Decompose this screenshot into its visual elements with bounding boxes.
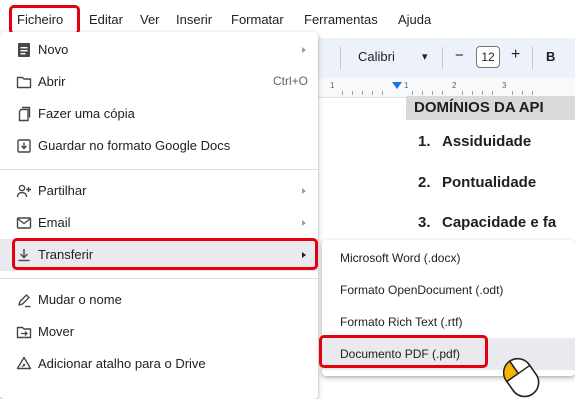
- list-number: 1.: [418, 133, 431, 150]
- list-item: Pontualidade: [442, 174, 537, 191]
- copy-icon: [16, 106, 32, 122]
- menu-ver[interactable]: Ver: [140, 12, 160, 27]
- ruler-mark: 2: [452, 81, 457, 90]
- submenu-item-label: Formato OpenDocument (.odt): [340, 283, 504, 297]
- menu-item-label: Adicionar atalho para o Drive: [38, 356, 206, 371]
- submenu-item-label: Microsoft Word (.docx): [340, 251, 461, 265]
- menu-item-label: Partilhar: [38, 183, 87, 198]
- indent-marker-icon[interactable]: [392, 82, 402, 89]
- submenu-item-rtf[interactable]: Formato Rich Text (.rtf): [322, 306, 575, 338]
- menu-formatar[interactable]: Formatar: [231, 12, 284, 27]
- menu-item-label: Email: [38, 215, 71, 230]
- rename-icon: [16, 292, 32, 308]
- document-heading: DOMÍNIOS DA API: [406, 96, 575, 120]
- document-icon: [16, 42, 32, 58]
- menu-item-email[interactable]: Email: [0, 207, 318, 239]
- menu-item-mover[interactable]: Mover: [0, 316, 318, 348]
- menu-item-label: Novo: [38, 42, 69, 57]
- menu-item-label: Fazer uma cópia: [38, 106, 135, 121]
- menu-divider: [0, 169, 318, 170]
- menu-inserir[interactable]: Inserir: [176, 12, 212, 27]
- submenu-arrow-icon: [302, 188, 306, 194]
- menu-item-label: Mudar o nome: [38, 292, 122, 307]
- menu-item-label: Guardar no formato Google Docs: [38, 138, 231, 153]
- toolbar-separator: [340, 47, 341, 69]
- menu-item-transferir[interactable]: Transferir: [0, 239, 318, 271]
- font-family-select[interactable]: Calibri: [358, 49, 395, 64]
- shortcut-label: Ctrl+O: [272, 74, 308, 88]
- save-icon: [16, 138, 32, 154]
- mouse-click-icon: [493, 347, 551, 399]
- bold-button[interactable]: B: [546, 49, 555, 64]
- toolbar-separator: [442, 47, 443, 69]
- person-add-icon: [16, 183, 32, 199]
- download-icon: [16, 247, 32, 263]
- menu-item-novo[interactable]: Novo: [0, 34, 318, 66]
- file-menu: Novo Abrir Ctrl+O Fazer uma cópia Guarda…: [0, 32, 318, 399]
- submenu-arrow-icon: [302, 220, 306, 226]
- menu-item-label: Transferir: [38, 247, 94, 262]
- font-size-input[interactable]: 12: [476, 46, 500, 68]
- font-dropdown-icon[interactable]: ▾: [422, 50, 428, 63]
- menu-item-adicionar-atalho-drive[interactable]: Adicionar atalho para o Drive: [0, 348, 318, 380]
- menu-item-partilhar[interactable]: Partilhar: [0, 175, 318, 207]
- submenu-arrow-icon: [302, 47, 306, 53]
- menu-item-fazer-copia[interactable]: Fazer uma cópia: [0, 98, 318, 130]
- submenu-item-odt[interactable]: Formato OpenDocument (.odt): [322, 274, 575, 306]
- submenu-item-label: Documento PDF (.pdf): [340, 347, 461, 361]
- menu-ferramentas[interactable]: Ferramentas: [304, 12, 378, 27]
- toolbar: Calibri ▾ − 12 + B: [318, 38, 575, 78]
- ruler: 1 1 2 3: [318, 78, 575, 98]
- drive-shortcut-icon: [16, 356, 32, 372]
- menu-item-abrir[interactable]: Abrir Ctrl+O: [0, 66, 318, 98]
- submenu-arrow-icon: [302, 252, 306, 258]
- folder-icon: [16, 74, 32, 90]
- increase-font-size-button[interactable]: +: [511, 46, 520, 64]
- ruler-mark: 1: [330, 81, 335, 90]
- list-item: Assiduidade: [442, 133, 532, 150]
- toolbar-separator: [532, 47, 533, 69]
- submenu-item-docx[interactable]: Microsoft Word (.docx): [322, 242, 575, 274]
- move-icon: [16, 324, 32, 340]
- menu-item-guardar-google-docs[interactable]: Guardar no formato Google Docs: [0, 130, 318, 162]
- list-item: Capacidade e fa: [442, 214, 557, 231]
- menu-editar[interactable]: Editar: [89, 12, 123, 27]
- list-number: 2.: [418, 174, 431, 191]
- menu-divider: [0, 278, 318, 279]
- ruler-mark: 3: [502, 81, 507, 90]
- menu-item-mudar-nome[interactable]: Mudar o nome: [0, 284, 318, 316]
- submenu-item-label: Formato Rich Text (.rtf): [340, 315, 463, 329]
- menu-ajuda[interactable]: Ajuda: [398, 12, 431, 27]
- email-icon: [16, 215, 32, 231]
- menu-item-label: Mover: [38, 324, 75, 339]
- menu-item-label: Abrir: [38, 74, 66, 89]
- ruler-mark: 1: [404, 81, 409, 90]
- menu-ficheiro[interactable]: Ficheiro: [17, 12, 63, 27]
- decrease-font-size-button[interactable]: −: [455, 47, 464, 64]
- list-number: 3.: [418, 214, 431, 231]
